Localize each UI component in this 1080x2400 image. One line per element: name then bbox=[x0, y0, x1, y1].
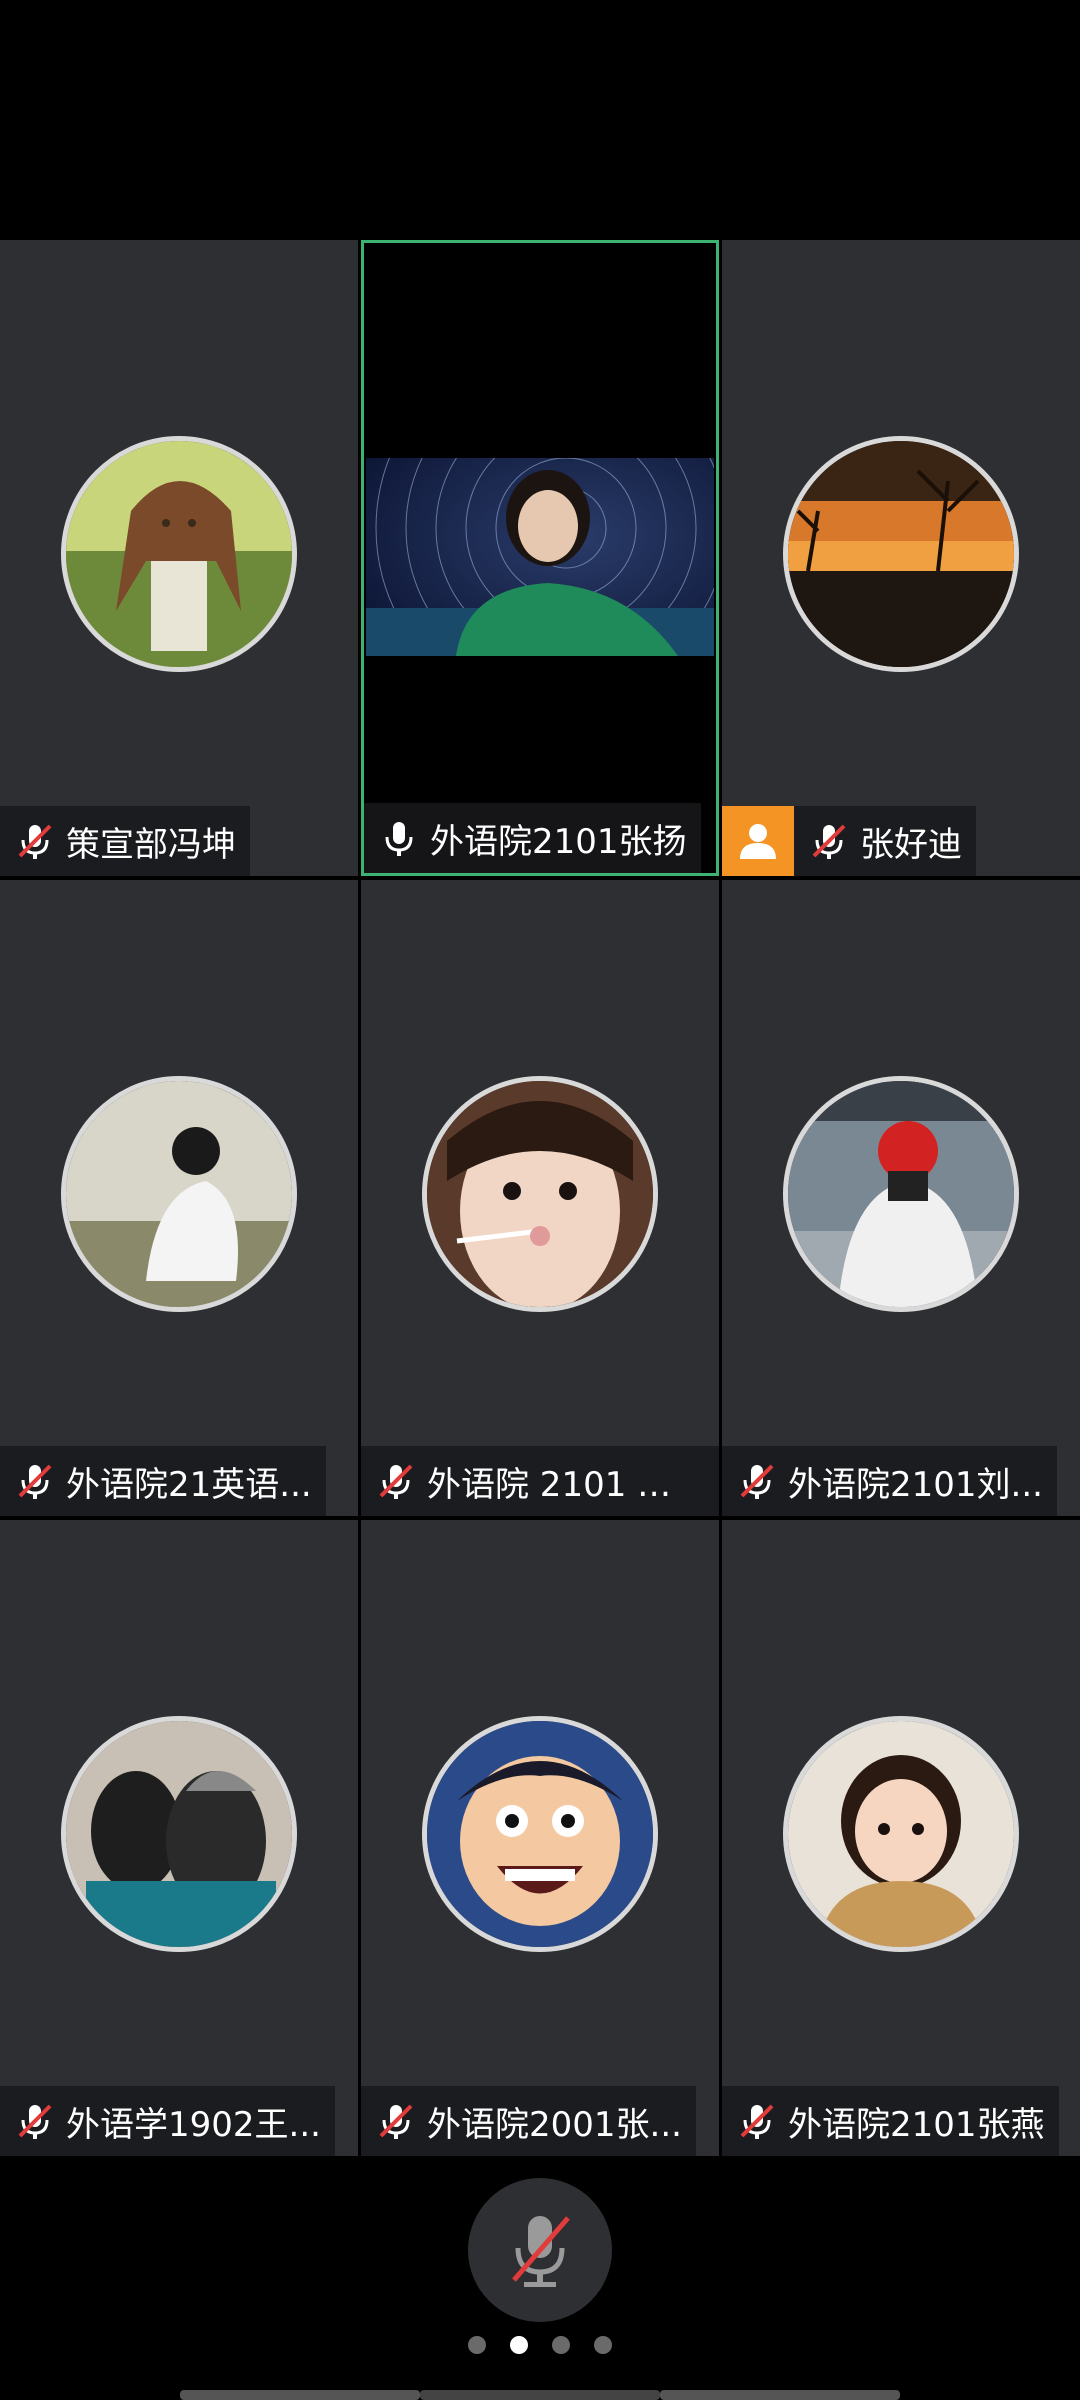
participant-name: 外语学1902王... bbox=[66, 2104, 321, 2145]
participant-name: 外语院 2101 姜盼 bbox=[427, 1464, 705, 1505]
participant-tile[interactable]: 张好迪 bbox=[722, 240, 1080, 876]
participant-tile[interactable]: 外语院2101张燕 bbox=[722, 1520, 1080, 2156]
mic-off-icon bbox=[740, 1464, 774, 1499]
home-indicator[interactable] bbox=[660, 2390, 900, 2400]
participant-tile[interactable]: 外语院 2101 姜盼 bbox=[361, 880, 719, 1516]
avatar bbox=[61, 436, 297, 672]
person-icon bbox=[740, 824, 776, 859]
mic-off-icon bbox=[812, 824, 846, 859]
page-dot[interactable] bbox=[594, 2336, 612, 2354]
participant-tile[interactable]: 外语院2001张... bbox=[361, 1520, 719, 2156]
name-label: 张好迪 bbox=[722, 806, 976, 876]
participant-name: 外语院2001张... bbox=[427, 2104, 682, 2145]
avatar bbox=[422, 1716, 658, 1952]
participant-tile[interactable]: 策宣部冯坤 bbox=[0, 240, 358, 876]
avatar bbox=[422, 1076, 658, 1312]
avatar bbox=[783, 1076, 1019, 1312]
name-label: 外语院2101张燕 bbox=[722, 2086, 1059, 2156]
participant-tile[interactable]: 外语学1902王... bbox=[0, 1520, 358, 2156]
name-label: 外语学1902王... bbox=[0, 2086, 335, 2156]
participant-name: 外语院2101张燕 bbox=[788, 2104, 1045, 2145]
mic-off-icon bbox=[18, 1464, 52, 1499]
mic-off-icon bbox=[512, 2216, 570, 2287]
video-feed bbox=[366, 458, 714, 656]
avatar bbox=[783, 436, 1019, 672]
mute-toggle-button[interactable] bbox=[468, 2178, 612, 2322]
home-indicator[interactable] bbox=[180, 2390, 420, 2400]
name-label: 外语院 2101 姜盼 bbox=[361, 1446, 719, 1516]
page-indicator[interactable] bbox=[0, 2336, 1080, 2354]
participant-name: 外语院2101刘... bbox=[788, 1464, 1043, 1505]
mic-off-icon bbox=[740, 2104, 774, 2139]
host-badge bbox=[722, 806, 794, 876]
name-label: 外语院2101张扬 bbox=[364, 803, 701, 873]
participant-name: 外语院2101张扬 bbox=[430, 821, 687, 862]
page-dot[interactable] bbox=[552, 2336, 570, 2354]
avatar bbox=[61, 1076, 297, 1312]
mic-off-icon bbox=[18, 2104, 52, 2139]
participant-tile[interactable]: 外语院2101刘... bbox=[722, 880, 1080, 1516]
participant-name: 张好迪 bbox=[860, 824, 962, 865]
avatar bbox=[61, 1716, 297, 1952]
name-label: 外语院2101刘... bbox=[722, 1446, 1057, 1516]
name-label: 策宣部冯坤 bbox=[0, 806, 250, 876]
participant-grid: 策宣部冯坤 外语院2101张扬 张好迪 外语院21英语... 外语院 2101 … bbox=[0, 240, 1080, 2160]
avatar bbox=[783, 1716, 1019, 1952]
mic-off-icon bbox=[379, 1464, 413, 1499]
page-dot-current[interactable] bbox=[510, 2336, 528, 2354]
participant-tile-active[interactable]: 外语院2101张扬 bbox=[361, 240, 719, 876]
page-dot[interactable] bbox=[468, 2336, 486, 2354]
name-label: 外语院2001张... bbox=[361, 2086, 696, 2156]
mic-off-icon bbox=[379, 2104, 413, 2139]
participant-name: 外语院21英语... bbox=[66, 1464, 312, 1505]
participant-tile[interactable]: 外语院21英语... bbox=[0, 880, 358, 1516]
bottom-bar bbox=[0, 2160, 1080, 2400]
mic-off-icon bbox=[18, 824, 52, 859]
mic-icon bbox=[385, 822, 413, 856]
participant-name: 策宣部冯坤 bbox=[66, 824, 236, 865]
name-label: 外语院21英语... bbox=[0, 1446, 326, 1516]
home-indicator[interactable] bbox=[420, 2390, 660, 2400]
